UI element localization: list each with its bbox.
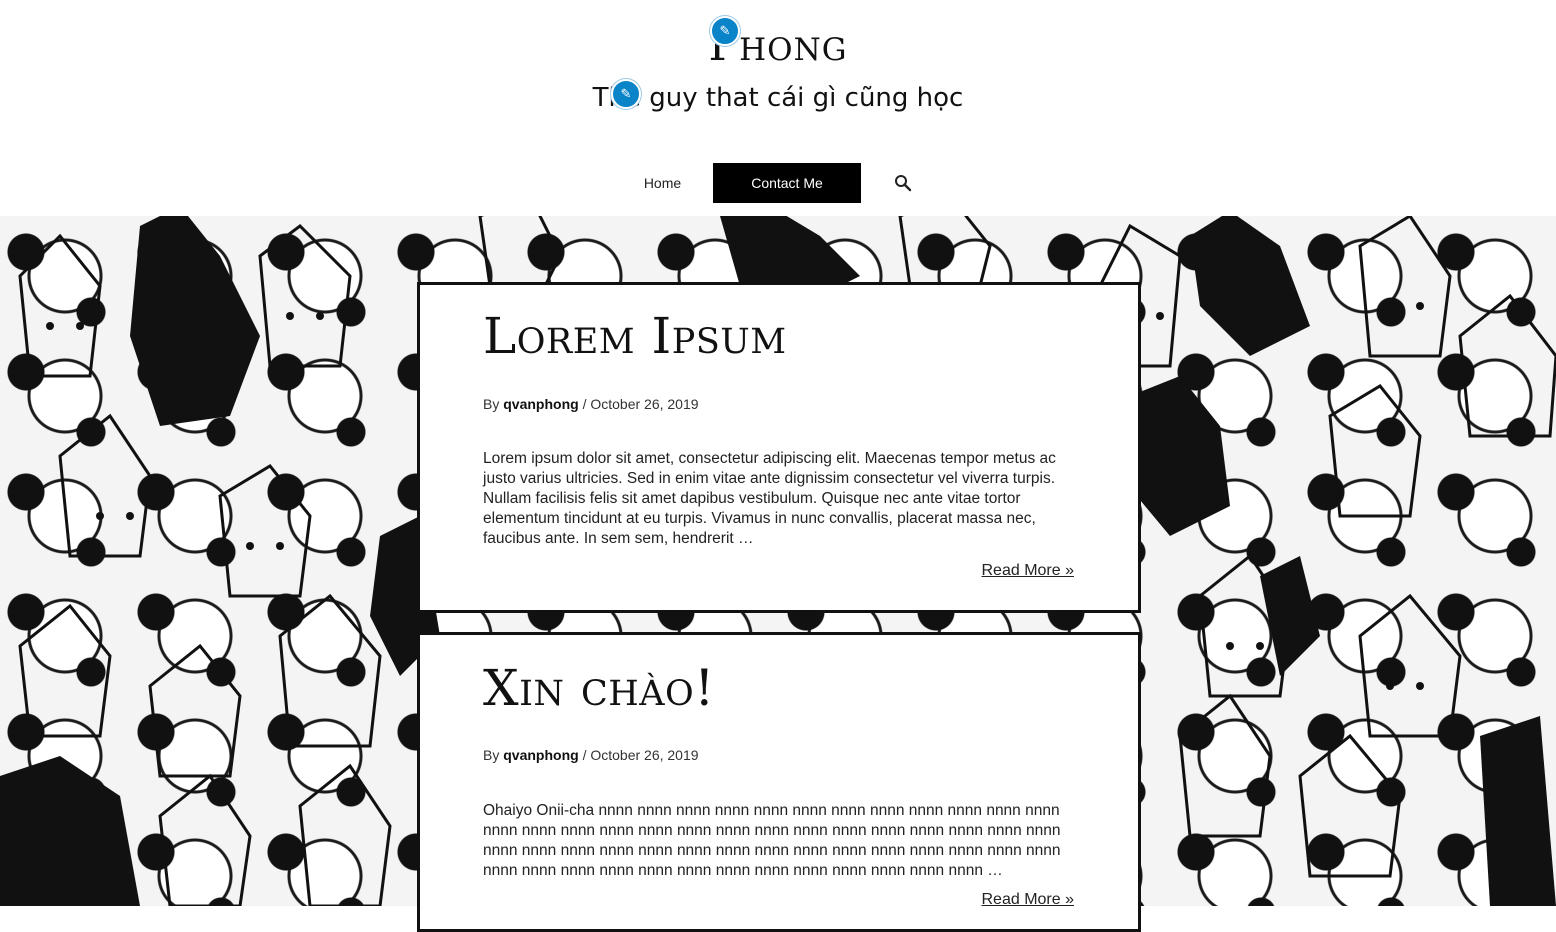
site-header: ✎ Phong ✎ The guy that cái gì cũng học H… [0,0,1556,216]
post-by-label: By [483,396,500,412]
edit-pencil-icon[interactable]: ✎ [611,79,641,109]
nav-item-contact-me[interactable]: Contact Me [713,163,861,203]
post-date-link[interactable]: October 26, 2019 [590,396,698,412]
edit-pencil-icon[interactable]: ✎ [710,16,740,46]
read-more-link[interactable]: Read More » [982,562,1075,580]
post-card: Xin chào! By qvanphong / October 26, 201… [417,632,1141,932]
main-nav: Home Contact Me [0,163,1556,203]
read-more-link[interactable]: Read More » [982,891,1075,909]
post-title[interactable]: Xin chào! [483,659,715,717]
post-meta: By qvanphong / October 26, 2019 [483,747,699,763]
post-title[interactable]: Lorem Ipsum [483,307,787,365]
post-author-link[interactable]: qvanphong [503,396,578,412]
tagline-row: ✎ The guy that cái gì cũng học [0,78,1556,118]
meta-separator: / [582,396,587,412]
post-meta: By qvanphong / October 26, 2019 [483,396,699,412]
post-date-link[interactable]: October 26, 2019 [590,747,698,763]
search-icon[interactable] [889,163,917,203]
post-author-link[interactable]: qvanphong [503,747,578,763]
post-excerpt: Ohaiyo Onii-cha nnnn nnnn nnnn nnnn nnnn… [483,802,1061,879]
post-by-label: By [483,747,500,763]
post-excerpt: Lorem ipsum dolor sit amet, consectetur … [483,450,1056,547]
site-tagline: The guy that cái gì cũng học [592,83,964,113]
nav-item-home[interactable]: Home [630,163,695,203]
site-title-row: ✎ Phong [0,14,1556,78]
meta-separator: / [582,747,587,763]
post-card: Lorem Ipsum By qvanphong / October 26, 2… [417,282,1141,613]
